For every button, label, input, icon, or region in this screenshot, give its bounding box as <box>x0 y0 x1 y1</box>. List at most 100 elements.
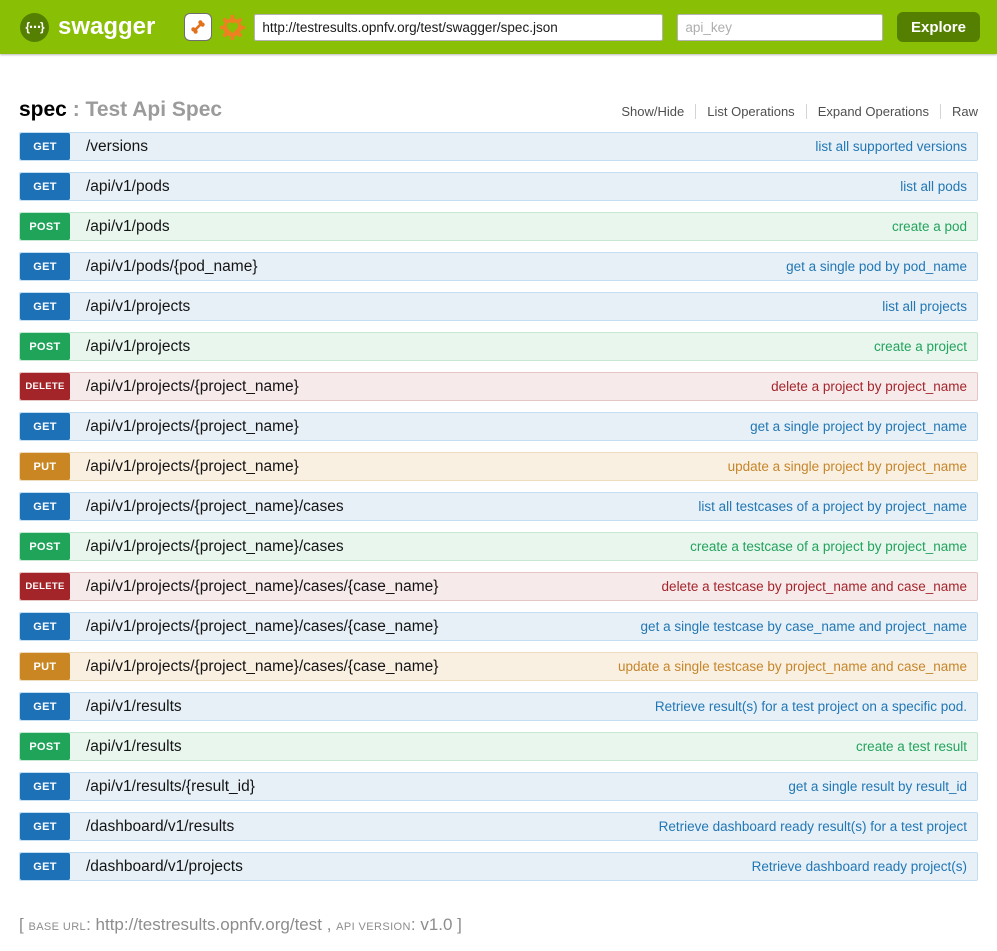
endpoint-row: GET /api/v1/pods list all pods <box>19 172 978 201</box>
endpoint-list: GET /versions list all supported version… <box>19 132 978 881</box>
endpoint-row: GET /api/v1/pods/{pod_name} get a single… <box>19 252 978 281</box>
endpoint-path[interactable]: /api/v1/results <box>86 698 182 716</box>
api-key-input[interactable] <box>677 14 883 41</box>
method-badge[interactable]: GET <box>20 133 70 160</box>
endpoint-summary[interactable]: create a test result <box>856 739 977 754</box>
endpoint-row: POST /api/v1/results create a test resul… <box>19 732 978 761</box>
swagger-logo-icon: {⋯} <box>20 13 49 42</box>
endpoint-row: GET /dashboard/v1/results Retrieve dashb… <box>19 812 978 841</box>
endpoint-summary[interactable]: get a single pod by pod_name <box>786 259 977 274</box>
api-version-label: api version <box>336 921 411 933</box>
endpoint-path[interactable]: /api/v1/pods/{pod_name} <box>86 258 258 276</box>
method-badge[interactable]: GET <box>20 773 70 800</box>
endpoint-path[interactable]: /api/v1/pods <box>86 218 170 236</box>
endpoint-summary[interactable]: create a project <box>874 339 977 354</box>
method-badge[interactable]: GET <box>20 693 70 720</box>
method-badge[interactable]: POST <box>20 213 70 240</box>
page-title: spec : Test Api Spec <box>19 98 222 122</box>
endpoint-path[interactable]: /api/v1/projects/{project_name}/cases/{c… <box>86 618 438 636</box>
endpoint-row: GET /api/v1/projects/{project_name}/case… <box>19 612 978 641</box>
endpoint-summary[interactable]: Retrieve dashboard ready result(s) for a… <box>659 819 977 834</box>
endpoint-row: DELETE /api/v1/projects/{project_name} d… <box>19 372 978 401</box>
base-url-value: http://testresults.opnfv.org/test <box>96 915 322 934</box>
endpoint-summary[interactable]: get a single project by project_name <box>750 419 977 434</box>
endpoint-summary[interactable]: list all projects <box>882 299 977 314</box>
endpoint-row: GET /api/v1/results/{result_id} get a si… <box>19 772 978 801</box>
endpoint-path[interactable]: /api/v1/projects/{project_name} <box>86 458 299 476</box>
endpoint-path[interactable]: /api/v1/projects/{project_name}/cases <box>86 538 344 556</box>
endpoint-summary[interactable]: list all supported versions <box>815 139 977 154</box>
endpoint-summary[interactable]: list all pods <box>900 179 977 194</box>
endpoint-path[interactable]: /api/v1/projects/{project_name} <box>86 378 299 396</box>
endpoint-summary[interactable]: get a single testcase by case_name and p… <box>641 619 977 634</box>
endpoint-row: GET /dashboard/v1/projects Retrieve dash… <box>19 852 978 881</box>
endpoint-row: GET /versions list all supported version… <box>19 132 978 161</box>
bone-link-button[interactable] <box>184 13 212 41</box>
endpoint-summary[interactable]: delete a project by project_name <box>771 379 977 394</box>
method-badge[interactable]: GET <box>20 253 70 280</box>
endpoint-summary[interactable]: Retrieve result(s) for a test project on… <box>655 699 977 714</box>
endpoint-summary[interactable]: Retrieve dashboard ready project(s) <box>752 859 977 874</box>
method-badge[interactable]: POST <box>20 333 70 360</box>
footer-colon-2: : <box>411 915 420 934</box>
resource-header: spec : Test Api Spec Show/Hide List Oper… <box>19 98 978 122</box>
endpoint-row: GET /api/v1/projects list all projects <box>19 292 978 321</box>
menu-item-expand-operations[interactable]: Expand Operations <box>806 104 940 119</box>
endpoint-summary[interactable]: update a single testcase by project_name… <box>618 659 977 674</box>
method-badge[interactable]: DELETE <box>20 573 70 600</box>
menu-item-show-hide[interactable]: Show/Hide <box>610 104 695 119</box>
endpoint-path[interactable]: /dashboard/v1/results <box>86 818 234 836</box>
method-badge[interactable]: PUT <box>20 453 70 480</box>
method-badge[interactable]: DELETE <box>20 373 70 400</box>
api-version-value: v1.0 <box>420 915 452 934</box>
endpoint-row: POST /api/v1/projects/{project_name}/cas… <box>19 532 978 561</box>
endpoint-path[interactable]: /api/v1/projects <box>86 338 190 356</box>
method-badge[interactable]: PUT <box>20 653 70 680</box>
endpoint-path[interactable]: /api/v1/projects/{project_name}/cases/{c… <box>86 578 438 596</box>
endpoint-path[interactable]: /api/v1/results <box>86 738 182 756</box>
method-badge[interactable]: GET <box>20 853 70 880</box>
endpoint-path[interactable]: /api/v1/pods <box>86 178 170 196</box>
method-badge[interactable]: GET <box>20 813 70 840</box>
endpoint-path[interactable]: /api/v1/projects <box>86 298 190 316</box>
endpoint-path[interactable]: /api/v1/projects/{project_name} <box>86 418 299 436</box>
endpoint-path[interactable]: /versions <box>86 138 148 156</box>
resource-summary: Test Api Spec <box>86 98 223 121</box>
gear-heart-button[interactable] <box>219 14 246 41</box>
menu-item-raw[interactable]: Raw <box>940 104 978 119</box>
endpoint-summary[interactable]: create a testcase of a project by projec… <box>690 539 977 554</box>
title-separator: : <box>67 98 86 121</box>
endpoint-row: GET /api/v1/results Retrieve result(s) f… <box>19 692 978 721</box>
endpoint-row: POST /api/v1/pods create a pod <box>19 212 978 241</box>
method-badge[interactable]: GET <box>20 293 70 320</box>
endpoint-row: DELETE /api/v1/projects/{project_name}/c… <box>19 572 978 601</box>
explore-button[interactable]: Explore <box>897 12 980 42</box>
endpoint-path[interactable]: /api/v1/projects/{project_name}/cases <box>86 498 344 516</box>
method-badge[interactable]: GET <box>20 493 70 520</box>
footer-comma: , <box>322 915 336 934</box>
endpoint-path[interactable]: /dashboard/v1/projects <box>86 858 243 876</box>
header-bar: {⋯} swagger <box>0 0 997 54</box>
method-badge[interactable]: GET <box>20 413 70 440</box>
method-badge[interactable]: POST <box>20 533 70 560</box>
method-badge[interactable]: GET <box>20 173 70 200</box>
endpoint-path[interactable]: /api/v1/projects/{project_name}/cases/{c… <box>86 658 438 676</box>
endpoint-row: GET /api/v1/projects/{project_name}/case… <box>19 492 978 521</box>
base-url-footer: [ base url: http://testresults.opnfv.org… <box>19 915 978 935</box>
endpoint-summary[interactable]: list all testcases of a project by proje… <box>698 499 977 514</box>
endpoint-summary[interactable]: delete a testcase by project_name and ca… <box>662 579 977 594</box>
endpoint-summary[interactable]: update a single project by project_name <box>728 459 977 474</box>
bone-icon <box>187 16 209 38</box>
footer-colon-1: : <box>86 915 95 934</box>
brand-title: swagger <box>58 13 155 41</box>
method-badge[interactable]: POST <box>20 733 70 760</box>
endpoint-path[interactable]: /api/v1/results/{result_id} <box>86 778 255 796</box>
menu-item-list-operations[interactable]: List Operations <box>695 104 805 119</box>
method-badge[interactable]: GET <box>20 613 70 640</box>
endpoint-row: PUT /api/v1/projects/{project_name}/case… <box>19 652 978 681</box>
spec-url-input[interactable] <box>254 14 663 41</box>
endpoint-summary[interactable]: get a single result by result_id <box>788 779 977 794</box>
endpoint-summary[interactable]: create a pod <box>892 219 977 234</box>
swagger-brand-link[interactable]: {⋯} swagger <box>20 13 155 42</box>
swagger-ui-content: spec : Test Api Spec Show/Hide List Oper… <box>19 98 978 935</box>
